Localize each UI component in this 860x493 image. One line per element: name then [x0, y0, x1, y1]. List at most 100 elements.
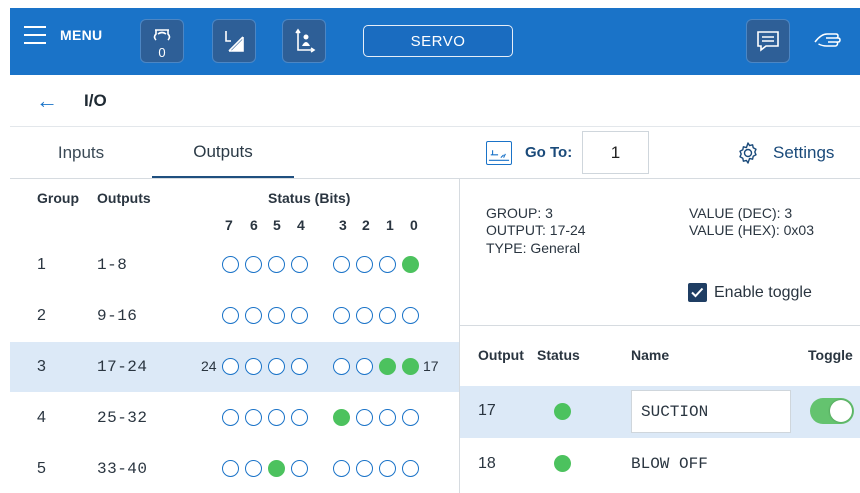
bit-indicator[interactable] — [333, 460, 350, 477]
table-row[interactable]: 2 9-16 — [10, 291, 459, 341]
bit-label-2: 2 — [362, 217, 370, 233]
group-cell: 4 — [37, 409, 46, 426]
outputs-cell: 17-24 — [97, 358, 148, 376]
goto-input[interactable]: 1 — [582, 131, 649, 174]
bit-indicator[interactable] — [291, 307, 308, 324]
chat-icon — [757, 31, 779, 52]
goto-label: Go To: — [525, 144, 573, 161]
output-toggle-switch[interactable] — [810, 398, 854, 424]
tab-outputs[interactable]: Outputs — [152, 128, 294, 178]
bit-indicator[interactable] — [268, 460, 285, 477]
bit-indicator[interactable] — [356, 307, 373, 324]
hand-button[interactable] — [805, 19, 849, 63]
bit-label-5: 5 — [273, 217, 281, 233]
bit-indicator[interactable] — [222, 460, 239, 477]
coordinate-button[interactable] — [282, 19, 326, 63]
chat-button[interactable] — [746, 19, 790, 63]
angle-icon — [225, 31, 244, 52]
menu-button[interactable]: MENU — [24, 26, 102, 44]
type-info: TYPE: General — [486, 240, 581, 256]
bit-indicator[interactable] — [402, 460, 419, 477]
checkmark-icon — [691, 287, 704, 298]
group-header: Group — [37, 190, 79, 206]
bit-indicator[interactable] — [379, 307, 396, 324]
bit-indicator[interactable] — [245, 256, 262, 273]
gripper-button[interactable]: 0 — [140, 19, 184, 63]
bit-indicator[interactable] — [402, 307, 419, 324]
bit-indicator[interactable] — [356, 460, 373, 477]
bit-indicator[interactable] — [222, 409, 239, 426]
toggle-col-header: Toggle — [808, 347, 853, 363]
gear-icon[interactable] — [736, 141, 760, 165]
gripper-count: 0 — [158, 45, 166, 60]
bit-indicator[interactable] — [291, 460, 308, 477]
table-row[interactable]: 4 25-32 — [10, 393, 459, 443]
bit-indicator[interactable] — [356, 256, 373, 273]
name-col-header: Name — [631, 347, 670, 363]
bit-indicator[interactable] — [268, 307, 285, 324]
bit-indicator[interactable] — [333, 358, 350, 375]
bit-indicator[interactable] — [291, 256, 308, 273]
bit-indicator[interactable] — [379, 460, 396, 477]
bit-indicator[interactable] — [245, 358, 262, 375]
outputs-header: Outputs — [97, 190, 151, 206]
bit-indicator[interactable] — [291, 409, 308, 426]
bit-indicator[interactable] — [356, 409, 373, 426]
bit-indicator[interactable] — [268, 256, 285, 273]
group-cell: 3 — [37, 358, 46, 375]
servo-button[interactable]: SERVO — [363, 25, 513, 57]
bit-label-4: 4 — [297, 217, 305, 233]
bit-indicator[interactable] — [379, 358, 396, 375]
goto-icon[interactable] — [486, 141, 512, 165]
bit-label-6: 6 — [250, 217, 258, 233]
bit-label-7: 7 — [225, 217, 233, 233]
output-number: 17 — [478, 402, 496, 419]
bit-indicator[interactable] — [379, 409, 396, 426]
value-hex-info: VALUE (HEX): 0x03 — [689, 222, 815, 238]
group-cell: 5 — [37, 460, 46, 477]
bit-indicator[interactable] — [245, 307, 262, 324]
back-arrow-icon[interactable]: ← — [36, 89, 58, 112]
hand-icon — [814, 33, 841, 47]
outputs-cell: 33-40 — [97, 460, 148, 478]
bit-label-1: 1 — [386, 217, 394, 233]
menu-icon — [24, 26, 46, 44]
bit-indicator[interactable] — [245, 409, 262, 426]
group-cell: 1 — [37, 256, 46, 273]
bit-indicator[interactable] — [222, 256, 239, 273]
bit-indicator[interactable] — [222, 358, 239, 375]
settings-link[interactable]: Settings — [773, 143, 834, 163]
tab-inputs[interactable]: Inputs — [10, 128, 152, 178]
output-number: 18 — [478, 455, 496, 472]
table-row-selected[interactable]: 3 17-24 24 17 — [10, 342, 459, 392]
bit-indicator[interactable] — [402, 409, 419, 426]
bit-indicator[interactable] — [333, 409, 350, 426]
output-info: OUTPUT: 17-24 — [486, 222, 586, 238]
bit-indicator[interactable] — [379, 256, 396, 273]
status-indicator-on — [554, 403, 571, 420]
bit-indicator[interactable] — [402, 256, 419, 273]
bit-indicator[interactable] — [333, 307, 350, 324]
table-row[interactable]: 5 33-40 — [10, 444, 459, 493]
bit-indicator[interactable] — [222, 307, 239, 324]
bit-indicator[interactable] — [268, 409, 285, 426]
bit-label-3: 3 — [339, 217, 347, 233]
bit-indicator[interactable] — [245, 460, 262, 477]
group-cell: 2 — [37, 307, 46, 324]
top-bar: MENU 0 SERVO — [10, 8, 860, 75]
status-col-header: Status — [537, 347, 580, 363]
table-row[interactable]: 1 1-8 — [10, 240, 459, 290]
enable-toggle-checkbox[interactable] — [688, 283, 707, 302]
bit-indicator[interactable] — [333, 256, 350, 273]
outputs-cell: 1-8 — [97, 256, 128, 274]
bit-indicator[interactable] — [356, 358, 373, 375]
output-name-input[interactable]: SUCTION — [631, 390, 791, 433]
bit-indicator[interactable] — [268, 358, 285, 375]
high-bit-label: 24 — [201, 358, 217, 374]
angle-button[interactable] — [212, 19, 256, 63]
group-info: GROUP: 3 — [486, 205, 553, 221]
bit-indicator[interactable] — [291, 358, 308, 375]
page-title: I/O — [84, 90, 107, 110]
bit-indicator[interactable] — [402, 358, 419, 375]
value-dec-info: VALUE (DEC): 3 — [689, 205, 793, 221]
